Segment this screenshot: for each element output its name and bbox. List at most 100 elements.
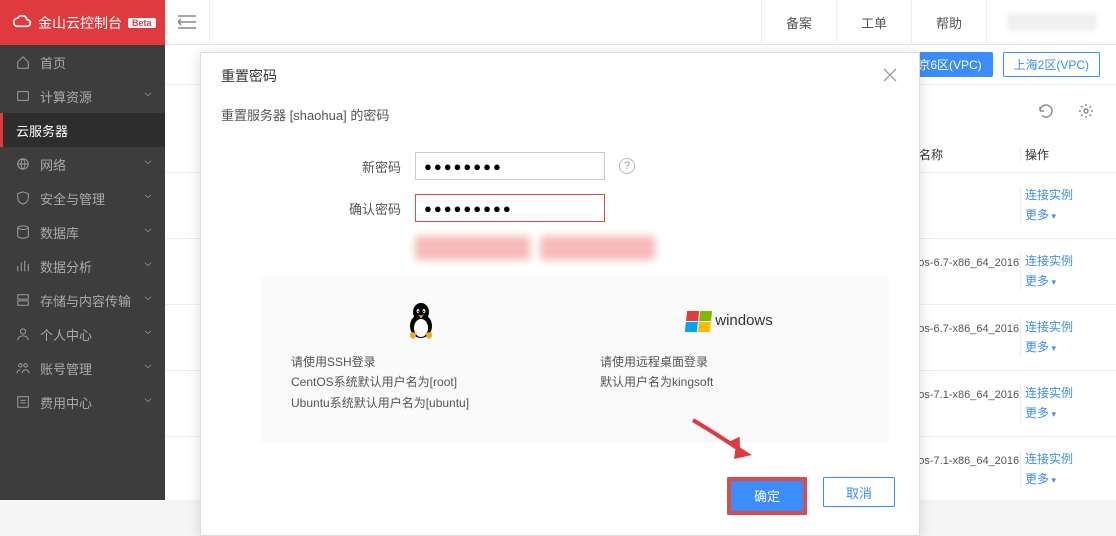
chevron-down-icon: ﹀ (145, 327, 152, 342)
beta-badge: Beta (128, 18, 156, 28)
sidebar-item-security[interactable]: 安全与管理 ﹀ (0, 181, 165, 215)
modal-close-button[interactable] (881, 66, 899, 87)
toggle-sidebar-button[interactable] (165, 0, 210, 44)
connect-instance-link[interactable]: 连接实例 (1025, 318, 1100, 337)
top-header: 金山云控制台 Beta 备案 工单 帮助 (0, 0, 1116, 45)
brand-logo[interactable]: 金山云控制台 Beta (0, 0, 165, 45)
account-icon (16, 361, 30, 375)
sidebar-item-profile[interactable]: 个人中心 ﹀ (0, 317, 165, 351)
confirm-button[interactable]: 确定 (727, 477, 807, 515)
refresh-icon (1038, 103, 1054, 119)
cloud-icon (12, 13, 32, 33)
chevron-down-icon: ﹀ (145, 225, 152, 240)
linux-line1: 请使用SSH登录 (291, 352, 550, 372)
windows-name: windows (715, 308, 773, 334)
confirm-password-input[interactable] (415, 194, 605, 222)
sidebar-item-billing[interactable]: 费用中心 ﹀ (0, 385, 165, 419)
sidebar-item-home[interactable]: 首页 (0, 45, 165, 79)
reset-password-modal: 重置密码 重置服务器 [shaohua] 的密码 新密码 ? 确认密码 请使用S… (200, 52, 920, 536)
gear-icon (1078, 103, 1094, 119)
chevron-down-icon: ﹀ (145, 259, 152, 274)
refresh-button[interactable] (1032, 97, 1060, 125)
sidebar-label: 存储与内容传输 (40, 291, 131, 310)
sidebar-label: 计算资源 (40, 87, 92, 106)
sidebar-item-analytics[interactable]: 数据分析 ﹀ (0, 249, 165, 283)
chevron-down-icon: ﹀ (145, 89, 152, 104)
sidebar-item-account[interactable]: 账号管理 ﹀ (0, 351, 165, 385)
shield-icon (16, 191, 30, 205)
more-actions-link[interactable]: 更多 (1025, 338, 1100, 357)
label-confirm-password: 确认密码 (201, 199, 401, 218)
connect-instance-link[interactable]: 连接实例 (1025, 384, 1100, 403)
more-actions-link[interactable]: 更多 (1025, 470, 1100, 489)
linux-line2: CentOS系统默认用户名为[root] (291, 372, 550, 392)
compute-icon (16, 89, 30, 103)
more-actions-link[interactable]: 更多 (1025, 404, 1100, 423)
connect-instance-link[interactable]: 连接实例 (1025, 186, 1100, 205)
sidebar-label: 安全与管理 (40, 189, 105, 208)
tux-icon (404, 302, 438, 340)
connect-instance-link[interactable]: 连接实例 (1025, 252, 1100, 271)
chevron-down-icon: ﹀ (145, 361, 152, 376)
topnav-help[interactable]: 帮助 (911, 0, 986, 45)
chart-icon (16, 259, 30, 273)
cell-operations: 连接实例更多 (1020, 186, 1100, 224)
sidebar-item-ecs[interactable]: 云服务器 (0, 113, 165, 147)
modal-footer: 确定 取消 (201, 463, 919, 535)
sidebar-label: 数据分析 (40, 257, 92, 276)
form-row-new-password: 新密码 ? (201, 152, 919, 180)
cell-operations: 连接实例更多 (1020, 450, 1100, 488)
form-row-confirm-password: 确认密码 (201, 194, 919, 222)
linux-line3: Ubuntu系统默认用户名为[ubuntu] (291, 393, 550, 413)
chevron-down-icon: ﹀ (145, 293, 152, 308)
user-menu[interactable] (986, 0, 1116, 45)
billing-icon (16, 395, 30, 409)
sidebar-label: 费用中心 (40, 393, 92, 412)
user-name-blurred (1007, 13, 1097, 31)
user-icon (16, 327, 30, 341)
sidebar-label: 数据库 (40, 223, 79, 242)
os-help-box: 请使用SSH登录 CentOS系统默认用户名为[root] Ubuntu系统默认… (261, 276, 889, 443)
cell-operations: 连接实例更多 (1020, 384, 1100, 422)
col-header-op: 操作 (1020, 146, 1100, 163)
help-icon[interactable]: ? (619, 158, 635, 174)
more-actions-link[interactable]: 更多 (1025, 272, 1100, 291)
sidebar-item-db[interactable]: 数据库 ﹀ (0, 215, 165, 249)
cell-operations: 连接实例更多 (1020, 252, 1100, 290)
sidebar-item-network[interactable]: 网络 ﹀ (0, 147, 165, 181)
close-icon (881, 66, 899, 84)
sidebar-item-storage[interactable]: 存储与内容传输 ﹀ (0, 283, 165, 317)
cell-operations: 连接实例更多 (1020, 318, 1100, 356)
storage-icon (16, 293, 30, 307)
more-actions-link[interactable]: 更多 (1025, 206, 1100, 225)
topnav-beian[interactable]: 备案 (761, 0, 836, 45)
sidebar-label: 账号管理 (40, 359, 92, 378)
windows-logo: windows (600, 300, 859, 342)
topnav-ticket[interactable]: 工单 (836, 0, 911, 45)
modal-title: 重置密码 (221, 66, 277, 86)
cancel-button[interactable]: 取消 (823, 477, 895, 507)
sidebar-label: 个人中心 (40, 325, 92, 344)
spacer (210, 0, 761, 44)
connect-instance-link[interactable]: 连接实例 (1025, 450, 1100, 469)
sidebar-item-compute[interactable]: 计算资源 ﹀ (0, 79, 165, 113)
windows-line2: 默认用户名为kingsoft (600, 372, 859, 392)
brand-title: 金山云控制台 (38, 13, 122, 33)
home-icon (16, 55, 30, 69)
blurred-hint (415, 236, 655, 260)
modal-subtitle: 重置服务器 [shaohua] 的密码 (201, 99, 919, 138)
settings-button[interactable] (1072, 97, 1100, 125)
region-shanghai-button[interactable]: 上海2区(VPC) (1003, 52, 1100, 77)
windows-help: windows 请使用远程桌面登录 默认用户名为kingsoft (600, 300, 859, 413)
label-new-password: 新密码 (201, 157, 401, 176)
sidebar-label: 网络 (40, 155, 66, 174)
database-icon (16, 225, 30, 239)
hamburger-icon (178, 15, 196, 29)
linux-help: 请使用SSH登录 CentOS系统默认用户名为[root] Ubuntu系统默认… (291, 300, 550, 413)
sidebar-label: 云服务器 (16, 121, 68, 140)
new-password-input[interactable] (415, 152, 605, 180)
top-links: 备案 工单 帮助 (761, 0, 1116, 44)
chevron-down-icon: ﹀ (145, 157, 152, 172)
modal-header: 重置密码 (201, 53, 919, 99)
linux-logo (291, 300, 550, 342)
